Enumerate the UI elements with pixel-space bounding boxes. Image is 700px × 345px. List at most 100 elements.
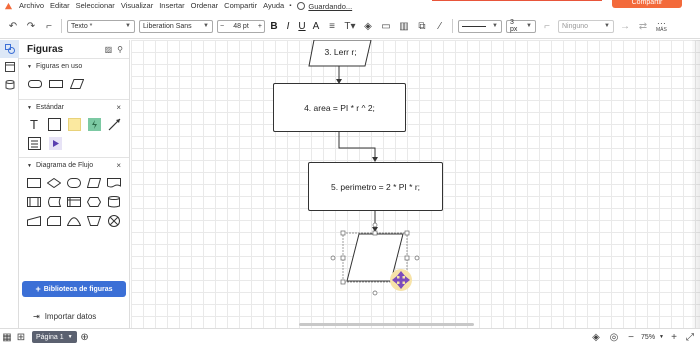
predefined-process-shape[interactable] [27, 194, 41, 209]
close-icon[interactable]: × [116, 161, 121, 170]
zoom-out-icon[interactable]: − [625, 328, 637, 345]
chevron-down-icon: ▼ [67, 334, 73, 340]
stored-data-shape[interactable] [47, 194, 61, 209]
zoom-controls: ◈ ◎ − 75% ▼ + ⤢ [589, 328, 700, 345]
waypoint-icon[interactable]: ⌐ [538, 17, 556, 35]
line-width-select[interactable]: 3 px ▼ [506, 19, 536, 33]
line-color-icon[interactable]: ▭ [377, 17, 395, 35]
fill-color-icon[interactable]: ◈ [359, 17, 377, 35]
save-status: Guardando... [297, 2, 352, 11]
share-button[interactable]: Compartir [612, 0, 682, 8]
parallelogram-shape[interactable] [69, 76, 84, 91]
arrow-end-icon[interactable]: → [616, 17, 634, 35]
rectangle-shape[interactable] [48, 76, 63, 91]
section-diagrama-de-flujo[interactable]: ▼ Diagrama de Flujo × [19, 157, 129, 173]
menu-editar[interactable]: Editar [47, 0, 73, 12]
sequential-data-shape[interactable] [87, 194, 101, 209]
shape-library-button[interactable]: + Biblioteca de figuras [22, 281, 126, 297]
shadow-icon[interactable]: ▥ [395, 17, 413, 35]
block-shape[interactable] [47, 117, 61, 132]
zoom-in-icon[interactable]: + [668, 328, 680, 345]
text-options-icon[interactable]: T▾ [341, 17, 359, 35]
increase-size-icon[interactable]: + [258, 23, 262, 30]
add-page-icon[interactable]: ⊕ [77, 328, 93, 345]
canvas-scrollbar[interactable] [299, 323, 474, 326]
data-shape[interactable] [87, 175, 101, 190]
section-figuras-en-uso[interactable]: ▼ Figuras en uso [19, 58, 129, 74]
document-shape[interactable] [107, 175, 121, 190]
menu-ordenar[interactable]: Ordenar [188, 0, 222, 12]
undo-icon[interactable]: ↶ [4, 17, 22, 35]
decision-shape[interactable] [47, 175, 61, 190]
card-shape[interactable] [47, 213, 61, 228]
more-button[interactable]: ··· MÁS [656, 19, 667, 34]
style-select[interactable]: Texto * ▼ [67, 19, 135, 33]
database-shape[interactable] [107, 194, 121, 209]
import-data-button[interactable]: ⇥ Importar datos [33, 312, 96, 321]
process-shape[interactable] [27, 175, 41, 190]
line-shape-icon[interactable] [107, 117, 121, 132]
menu-visualizar[interactable]: Visualizar [118, 0, 156, 12]
zoom-level[interactable]: 75% [641, 334, 655, 341]
fit-screen-icon[interactable]: ⤢ [684, 328, 696, 345]
data-icon[interactable] [0, 76, 19, 94]
manual-input-shape[interactable] [27, 213, 41, 228]
layers-icon[interactable]: ◈ [589, 328, 603, 345]
shapes-panel-icon[interactable] [0, 40, 19, 58]
terminator-shape[interactable] [67, 175, 81, 190]
panel-title: Figuras [27, 43, 64, 55]
help-badge-icon[interactable]: ▪ [287, 0, 293, 12]
menu-seleccionar[interactable]: Seleccionar [73, 0, 118, 12]
plus-icon: + [35, 284, 41, 294]
node-4[interactable]: 4. area = PI * r ^ 2; [273, 83, 406, 132]
rounded-rect-shape[interactable] [27, 76, 42, 91]
pages-icon[interactable] [0, 58, 19, 76]
summing-junction-shape[interactable] [107, 213, 121, 228]
move-handle-icon [390, 269, 412, 291]
search-icon[interactable]: ⚲ [117, 45, 123, 54]
italic-button[interactable]: I [281, 21, 295, 32]
menu-archivo[interactable]: Archivo [16, 0, 47, 12]
style-select-value: Texto * [71, 22, 93, 30]
tab-page-1[interactable]: Página 1 ▼ [32, 331, 77, 343]
image-icon[interactable]: ▨ [105, 45, 113, 54]
menu-ayuda[interactable]: Ayuda [260, 0, 287, 12]
page-list-icon[interactable]: ⊞ [14, 328, 28, 345]
internal-storage-shape[interactable] [67, 194, 81, 209]
top-divider [432, 0, 602, 1]
manual-operation-shape[interactable] [87, 213, 101, 228]
section-estandar[interactable]: ▼ Estándar × [19, 99, 129, 115]
magic-wand-icon[interactable]: ⁄ [431, 17, 449, 35]
underline-button[interactable]: U [295, 21, 309, 32]
list-shape-icon[interactable] [27, 136, 42, 151]
menu-insertar[interactable]: Insertar [156, 0, 187, 12]
font-select[interactable]: Liberation Sans ▼ [139, 19, 213, 33]
compass-icon[interactable]: ◎ [607, 328, 621, 345]
close-icon[interactable]: × [116, 103, 121, 112]
chevron-down-icon[interactable]: ▼ [659, 334, 664, 340]
line-style-select[interactable]: ▼ [458, 19, 502, 33]
grid-view-icon[interactable]: ▦ [0, 328, 14, 345]
line-width-value: 3 px [510, 19, 518, 33]
font-size-stepper[interactable]: − 48 pt + [217, 19, 265, 33]
note-shape[interactable] [67, 117, 81, 132]
decrease-size-icon[interactable]: − [220, 23, 224, 30]
arrow-select[interactable]: Ninguno ▼ [558, 19, 614, 33]
chevron-down-icon: ▼ [492, 23, 498, 29]
menu-compartir[interactable]: Compartir [221, 0, 260, 12]
hotspot-shape[interactable] [87, 117, 101, 132]
swap-icon[interactable]: ⇄ [634, 17, 652, 35]
redo-icon[interactable]: ↷ [22, 17, 40, 35]
format-painter-icon[interactable]: ⌐ [40, 17, 58, 35]
node-5[interactable]: 5. perimetro = 2 * PI * r; [308, 162, 443, 211]
text-color-button[interactable]: A [309, 21, 323, 32]
text-shape-icon[interactable]: T [27, 117, 41, 132]
delay-shape[interactable] [67, 213, 81, 228]
video-shape-icon[interactable] [48, 136, 63, 151]
panel-header: Figuras ▨ ⚲ [19, 40, 129, 58]
caret-down-icon: ▼ [27, 162, 32, 169]
copy-style-icon[interactable]: ⧉ [413, 17, 431, 35]
align-icon[interactable]: ≡ [323, 17, 341, 35]
bold-button[interactable]: B [267, 21, 281, 32]
diagram-canvas[interactable]: 3. Lerr r; 4. area = PI * r ^ 2; 5. peri… [131, 40, 700, 328]
